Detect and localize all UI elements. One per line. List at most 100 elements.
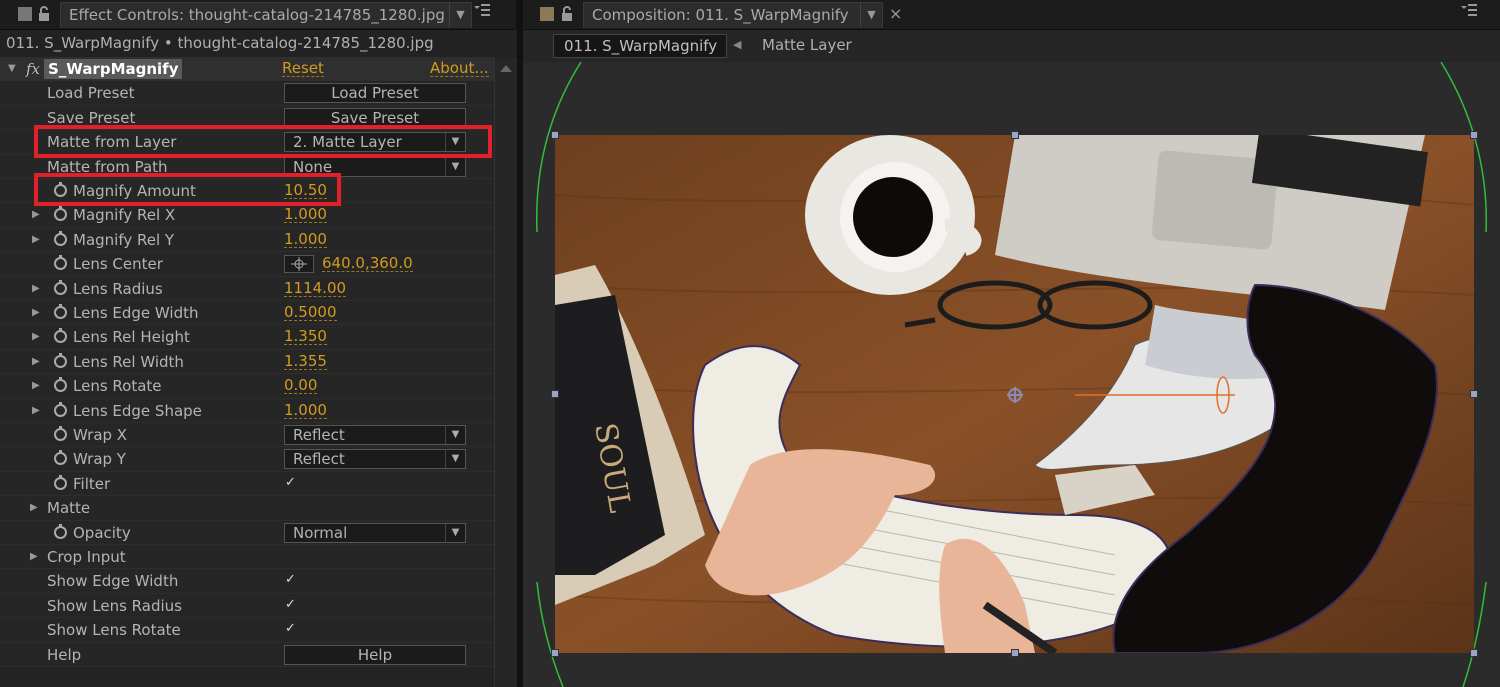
- wrap-y-dropdown[interactable]: Reflect ▼: [284, 449, 466, 470]
- panel-menu-icon[interactable]: [1461, 3, 1477, 21]
- chevron-down-icon[interactable]: ▼: [445, 523, 465, 542]
- composition-image[interactable]: SOUL: [554, 128, 1475, 657]
- twirl-triangle-icon[interactable]: ▶: [32, 203, 40, 227]
- twirl-triangle-icon[interactable]: ▶: [32, 374, 40, 398]
- reset-link[interactable]: Reset: [282, 57, 324, 77]
- twirl-triangle-icon[interactable]: ▼: [8, 57, 16, 81]
- property-row-wrap-y: Wrap Y Reflect ▼: [0, 447, 494, 472]
- stopwatch-icon[interactable]: [54, 304, 67, 319]
- magnify-rel-y-value[interactable]: 1.000: [284, 228, 327, 248]
- stopwatch-icon[interactable]: [54, 255, 67, 271]
- lock-icon[interactable]: [561, 6, 575, 22]
- highlight-matte-from-layer: [34, 125, 492, 158]
- property-label: Lens Center: [73, 255, 163, 274]
- handle-top-right[interactable]: [1470, 131, 1478, 139]
- wrap-x-dropdown[interactable]: Reflect ▼: [284, 425, 466, 445]
- effect-controls-tabbar: Effect Controls: thought-catalog-214785_…: [0, 0, 516, 30]
- property-label: Lens Rel Width: [73, 352, 184, 371]
- stopwatch-icon[interactable]: [54, 474, 67, 490]
- chevron-down-icon[interactable]: ▼: [445, 157, 465, 176]
- stopwatch-icon[interactable]: [54, 377, 67, 393]
- effect-controls-header: 011. S_WarpMagnify • thought-catalog-214…: [0, 30, 517, 56]
- crosshair-icon[interactable]: [284, 255, 314, 274]
- checkbox-icon[interactable]: ✓: [285, 597, 299, 612]
- stopwatch-icon[interactable]: [54, 450, 67, 466]
- highlight-magnify-amount: [34, 173, 341, 206]
- twirl-triangle-icon[interactable]: ▶: [32, 325, 40, 349]
- stopwatch-icon[interactable]: [54, 328, 67, 344]
- dropdown-value: Reflect: [293, 426, 345, 444]
- twirl-triangle-icon[interactable]: ▶: [32, 301, 40, 325]
- property-label: Wrap Y: [73, 450, 126, 469]
- tab-dropdown-icon[interactable]: ▼: [449, 3, 471, 27]
- property-label: Show Edge Width: [47, 572, 179, 591]
- breadcrumb-matte-layer[interactable]: Matte Layer: [762, 34, 852, 58]
- handle-bottom-right[interactable]: [1470, 649, 1478, 657]
- handle-bottom-left[interactable]: [551, 649, 559, 657]
- stopwatch-icon[interactable]: [54, 401, 67, 417]
- composition-viewer[interactable]: SOUL: [523, 62, 1500, 687]
- checkbox-icon[interactable]: ✓: [285, 573, 299, 587]
- lens-center-value[interactable]: 640.0,360.0: [322, 252, 413, 273]
- lens-rotate-value[interactable]: 0.00: [284, 374, 318, 395]
- property-row-lens-rel-width: ▶ Lens Rel Width 1.355: [0, 349, 494, 375]
- handle-middle-left[interactable]: [551, 390, 559, 398]
- handle-top-center[interactable]: [1011, 131, 1019, 139]
- handle-middle-right[interactable]: [1470, 390, 1478, 398]
- lens-edge-width-value[interactable]: 0.5000: [284, 301, 337, 321]
- opacity-dropdown[interactable]: Normal ▼: [284, 522, 466, 543]
- magnify-rel-x-value[interactable]: 1.000: [284, 203, 327, 224]
- load-preset-button[interactable]: Load Preset: [284, 83, 466, 104]
- tab-composition[interactable]: Composition: 011. S_WarpMagnify ▼: [583, 2, 883, 28]
- twirl-triangle-icon[interactable]: ▶: [32, 228, 40, 252]
- twirl-triangle-icon[interactable]: ▶: [32, 399, 40, 423]
- stopwatch-icon[interactable]: [54, 230, 67, 246]
- lens-rel-width-value[interactable]: 1.355: [284, 350, 327, 370]
- panel-grip-icon[interactable]: [18, 7, 32, 21]
- effect-name[interactable]: S_WarpMagnify: [44, 59, 183, 79]
- lens-rel-height-value[interactable]: 1.350: [284, 325, 327, 346]
- property-label: Lens Radius: [73, 279, 163, 298]
- about-link[interactable]: About...: [430, 57, 489, 77]
- checkbox-icon[interactable]: ✓: [285, 475, 299, 490]
- breadcrumb-active[interactable]: 011. S_WarpMagnify: [553, 34, 727, 58]
- effect-header-row[interactable]: ▼ fx S_WarpMagnify Reset About...: [0, 57, 494, 81]
- scrollbar[interactable]: [494, 57, 517, 687]
- checkbox-icon[interactable]: ✓: [285, 622, 299, 636]
- twirl-triangle-icon[interactable]: ▶: [32, 350, 40, 374]
- stopwatch-icon[interactable]: [54, 206, 67, 222]
- property-label: Magnify Rel X: [73, 206, 176, 225]
- tab-dropdown-icon[interactable]: ▼: [860, 3, 882, 27]
- property-row-wrap-x: Wrap X Reflect ▼: [0, 423, 494, 448]
- property-row-lens-edge-shape: ▶ Lens Edge Shape 1.000: [0, 398, 494, 423]
- property-label: Load Preset: [47, 84, 135, 103]
- tab-effect-controls[interactable]: Effect Controls: thought-catalog-214785_…: [60, 2, 472, 28]
- composition-grip-icon[interactable]: [540, 7, 554, 21]
- twirl-triangle-icon[interactable]: ▶: [32, 277, 40, 301]
- lens-radius-value[interactable]: 1114.00: [284, 277, 347, 297]
- scroll-up-icon[interactable]: [500, 65, 512, 72]
- composition-tabbar: Composition: 011. S_WarpMagnify ▼ ×: [523, 0, 1500, 30]
- stopwatch-icon[interactable]: [54, 523, 67, 539]
- twirl-triangle-icon[interactable]: ▶: [30, 496, 38, 520]
- twirl-triangle-icon[interactable]: ▶: [30, 545, 38, 569]
- property-label: Opacity: [73, 523, 131, 542]
- app-window: Effect Controls: thought-catalog-214785_…: [0, 0, 1500, 687]
- close-icon[interactable]: ×: [889, 4, 902, 23]
- property-label: Matte: [47, 499, 91, 518]
- stopwatch-icon[interactable]: [54, 426, 67, 441]
- stopwatch-icon[interactable]: [54, 352, 67, 368]
- property-label: Lens Rotate: [73, 377, 162, 396]
- property-label: Lens Edge Shape: [73, 401, 202, 420]
- chevron-down-icon[interactable]: ▼: [445, 426, 465, 444]
- panel-menu-icon[interactable]: [474, 3, 490, 21]
- lock-icon[interactable]: [38, 6, 52, 22]
- chevron-down-icon[interactable]: ▼: [445, 450, 465, 469]
- fx-icon[interactable]: fx: [26, 59, 40, 79]
- property-row-help: Help Help: [0, 642, 494, 667]
- lens-edge-shape-value[interactable]: 1.000: [284, 399, 327, 419]
- handle-bottom-center[interactable]: [1011, 649, 1019, 657]
- help-button[interactable]: Help: [284, 644, 466, 665]
- stopwatch-icon[interactable]: [54, 279, 67, 295]
- handle-top-left[interactable]: [551, 131, 559, 139]
